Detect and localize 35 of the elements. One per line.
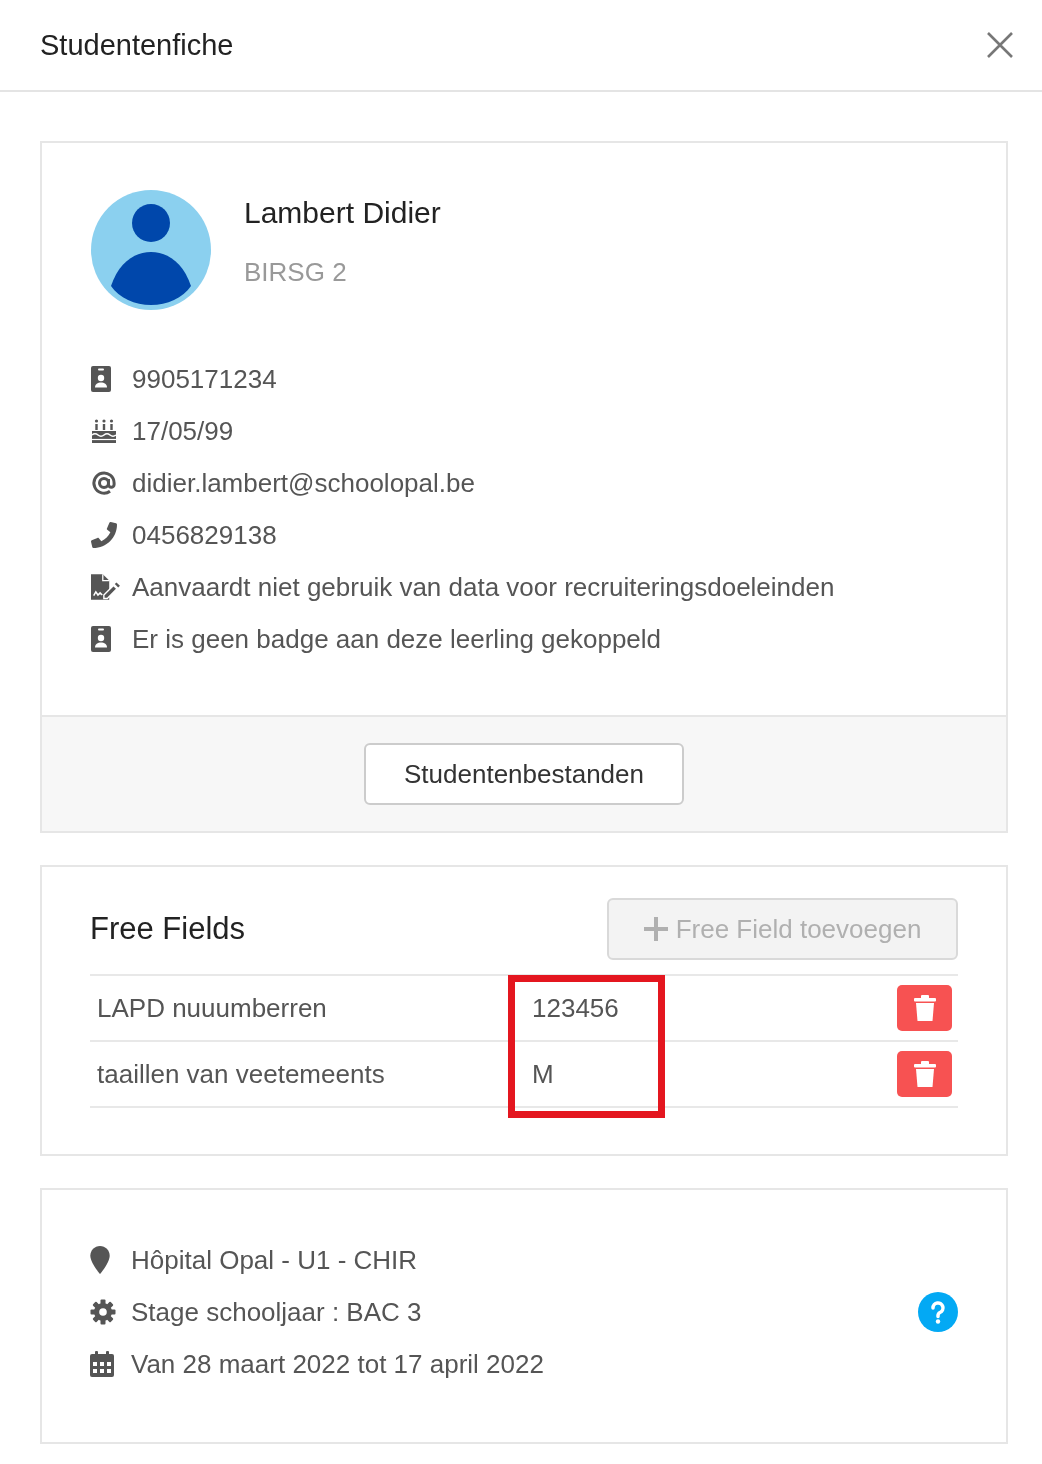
section-title: Free Fields — [90, 911, 246, 947]
avatar-icon — [91, 190, 211, 310]
trash-icon — [913, 1061, 936, 1087]
birth-date: 17/05/99 — [132, 415, 234, 447]
help-icon[interactable] — [918, 1292, 958, 1332]
calendar-icon — [90, 1351, 114, 1377]
at-sign-icon — [91, 470, 117, 496]
dialog-title: Studentenfiche — [40, 28, 234, 62]
close-icon[interactable] — [987, 32, 1013, 58]
delete-button[interactable] — [897, 1051, 952, 1097]
id-card-icon — [91, 366, 111, 392]
student-name: Lambert Didier — [244, 195, 441, 231]
delete-button[interactable] — [897, 985, 952, 1031]
school-year: Stage schooljaar : BAC 3 — [131, 1296, 422, 1328]
id-card-icon — [91, 626, 111, 652]
student-number: 9905171234 — [132, 363, 277, 395]
trash-icon — [913, 995, 936, 1021]
consent-notice: Aanvaardt niet gebruik van data voor recruiteringsdoeleinden — [132, 571, 835, 603]
internship-period: Van 28 maart 2022 tot 17 april 2022 — [131, 1348, 544, 1380]
map-pin-icon — [90, 1246, 110, 1274]
badge-status: Er is geen badge aan deze leerling gekoppeld — [132, 623, 662, 655]
field-value: M — [531, 1058, 554, 1090]
student-class: BIRSG 2 — [244, 256, 348, 288]
field-name: LAPD nuuumberren — [96, 992, 328, 1024]
phone-icon — [91, 522, 117, 548]
field-name: taaillen van veetemeents — [96, 1058, 386, 1090]
plus-icon — [643, 917, 668, 941]
gear-icon — [90, 1299, 116, 1325]
signed-document-icon — [91, 574, 121, 600]
student-files-button[interactable]: Studentenbestanden — [364, 743, 684, 805]
field-value: 123456 — [531, 992, 619, 1024]
internship-location: Hôpital Opal - U1 - CHIR — [131, 1244, 418, 1276]
cake-icon — [91, 419, 117, 443]
email-address: didier.lambert@schoolopal.be — [132, 467, 475, 499]
phone-number: 0456829138 — [132, 519, 277, 551]
